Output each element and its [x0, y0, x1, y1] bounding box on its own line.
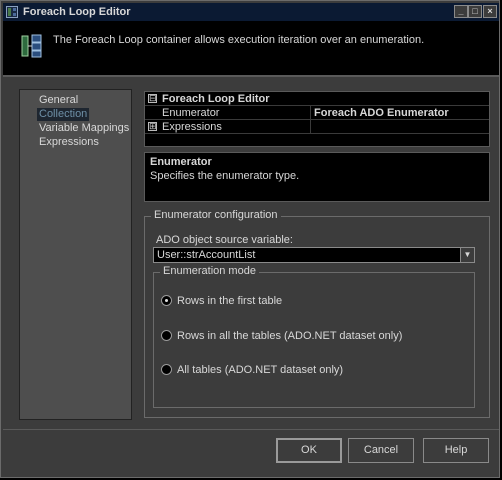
nav-item-variable-mappings[interactable]: Variable Mappings — [39, 122, 129, 135]
footer-divider — [3, 429, 499, 430]
property-row-enumerator[interactable]: Enumerator Foreach ADO Enumerator — [145, 106, 489, 120]
ado-source-variable-value: User::strAccountList — [157, 249, 256, 261]
foreach-loop-editor-window: Foreach Loop Editor _ □ × The Foreach Lo… — [0, 0, 500, 478]
header-divider — [3, 75, 499, 77]
nav-item-general[interactable]: General — [39, 94, 78, 107]
property-row-expressions[interactable]: ⊞ Expressions — [145, 120, 489, 134]
description-title: Enumerator — [150, 156, 212, 168]
maximize-button[interactable]: □ — [468, 5, 482, 18]
radio-button[interactable] — [161, 330, 172, 341]
radio-button[interactable] — [161, 364, 172, 375]
cancel-button[interactable]: Cancel — [348, 438, 414, 463]
description-text: Specifies the enumerator type. — [150, 170, 300, 182]
radio-selected-dot — [165, 299, 168, 302]
header-banner: The Foreach Loop container allows execut… — [3, 21, 499, 75]
property-grid: ⊟ Foreach Loop Editor Enumerator Foreach… — [144, 91, 490, 147]
nav-item-collection[interactable]: Collection — [37, 108, 90, 121]
ado-source-label: ADO object source variable: — [156, 234, 293, 246]
ok-button[interactable]: OK — [276, 438, 342, 463]
property-value[interactable]: Foreach ADO Enumerator — [314, 107, 449, 119]
radio-label[interactable]: Rows in the first table — [177, 295, 282, 307]
minimize-button[interactable]: _ — [454, 5, 468, 18]
property-category-label: Foreach Loop Editor — [162, 93, 270, 105]
radio-label[interactable]: Rows in all the tables (ADO.NET dataset … — [177, 330, 402, 342]
nav-item-expressions[interactable]: Expressions — [39, 136, 99, 149]
property-name: Enumerator — [162, 107, 220, 119]
property-column-separator — [310, 106, 311, 120]
foreach-loop-icon — [21, 34, 42, 58]
property-category-row[interactable]: ⊟ Foreach Loop Editor — [145, 92, 489, 106]
enumeration-mode-legend: Enumeration mode — [160, 265, 259, 277]
help-button[interactable]: Help — [423, 438, 489, 463]
radio-button[interactable] — [161, 295, 172, 306]
ado-source-variable-select[interactable]: User::strAccountList ▼ — [153, 247, 475, 263]
property-name: Expressions — [162, 121, 222, 133]
collapse-icon[interactable]: ⊟ — [148, 94, 157, 103]
close-button[interactable]: × — [483, 5, 497, 18]
enumerator-configuration-legend: Enumerator configuration — [151, 209, 281, 221]
chevron-down-icon[interactable]: ▼ — [460, 248, 474, 262]
header-description: The Foreach Loop container allows execut… — [53, 34, 425, 46]
property-description-panel: Enumerator Specifies the enumerator type… — [144, 152, 490, 202]
title-bar[interactable]: Foreach Loop Editor _ □ × — [3, 3, 499, 21]
window-title: Foreach Loop Editor — [23, 6, 131, 18]
property-column-separator — [310, 120, 311, 134]
radio-label[interactable]: All tables (ADO.NET dataset only) — [177, 364, 343, 376]
foreach-loop-icon — [6, 6, 18, 18]
navigation-list: General Collection Variable Mappings Exp… — [19, 89, 132, 420]
expand-icon[interactable]: ⊞ — [148, 122, 157, 131]
